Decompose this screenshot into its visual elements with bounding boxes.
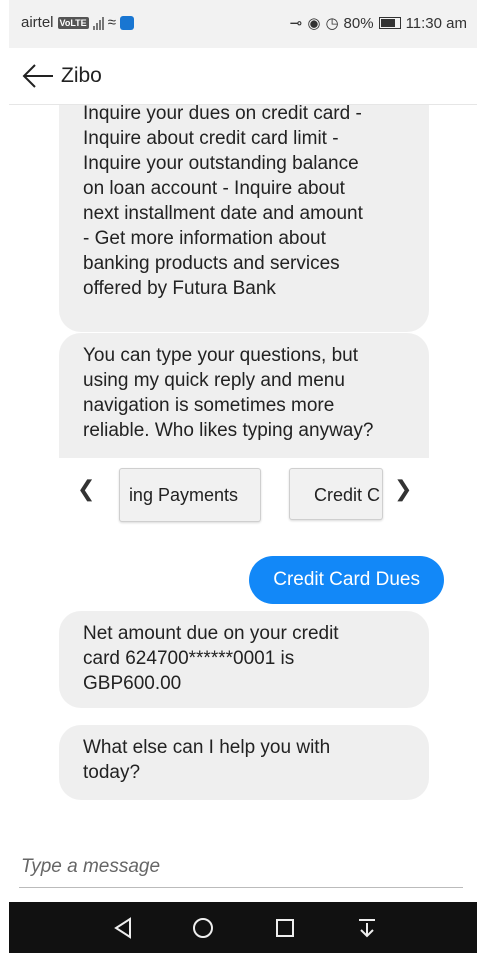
nav-home-icon[interactable]: [189, 914, 217, 942]
battery-icon: [378, 17, 401, 29]
quick-reply-carousel: ❮ ing Payments Credit C ❯: [59, 450, 429, 530]
chat-area[interactable]: Inquire your dues on credit card - Inqui…: [9, 105, 477, 830]
message-input[interactable]: [19, 847, 463, 888]
eye-icon: ◉: [307, 15, 321, 32]
quick-reply-chip[interactable]: Credit C: [289, 468, 383, 520]
bot-message: Inquire your dues on credit card - Inqui…: [59, 105, 429, 332]
carousel-prev-icon[interactable]: ❮: [77, 476, 95, 502]
key-icon: ⊸: [289, 15, 303, 32]
user-message: Credit Card Dues: [249, 556, 444, 604]
shield-icon: [119, 15, 134, 30]
volte-badge: VoLTE: [57, 16, 89, 29]
bot-message: Net amount due on your credit card 62470…: [59, 611, 429, 708]
nav-recents-icon[interactable]: [271, 914, 299, 942]
nav-notifications-icon[interactable]: [353, 914, 381, 942]
status-left: airtel VoLTE ≈: [21, 14, 134, 31]
carrier-label: airtel: [21, 14, 54, 31]
carousel-next-icon[interactable]: ❯: [394, 476, 412, 502]
back-arrow-icon[interactable]: [21, 62, 55, 90]
quick-reply-chip-label: ing Payments: [128, 485, 238, 505]
alarm-icon: ◷: [325, 15, 339, 32]
clock-time: 11:30 am: [405, 14, 467, 32]
page-title: Zibo: [61, 64, 102, 87]
nav-back-icon[interactable]: [109, 914, 137, 942]
bot-message: You can type your questions, but using m…: [59, 333, 429, 458]
chat-header: Zibo: [9, 48, 477, 105]
signal-icon: [92, 16, 104, 30]
system-nav-bar: [9, 902, 477, 953]
screen-edge: [0, 0, 9, 953]
status-right: ⊸ ◉ ◷ 80% 11:30 am: [289, 14, 467, 33]
quick-reply-chip[interactable]: ing Payments: [119, 468, 261, 522]
quick-reply-chip-label: Credit C: [314, 485, 381, 505]
composer: [9, 831, 477, 901]
status-bar: airtel VoLTE ≈ ⊸ ◉ ◷ 80% 11:30 am: [9, 0, 477, 48]
wifi-icon: ≈: [107, 14, 116, 31]
battery-percent: 80%: [343, 14, 374, 32]
bot-message: What else can I help you with today?: [59, 725, 429, 800]
